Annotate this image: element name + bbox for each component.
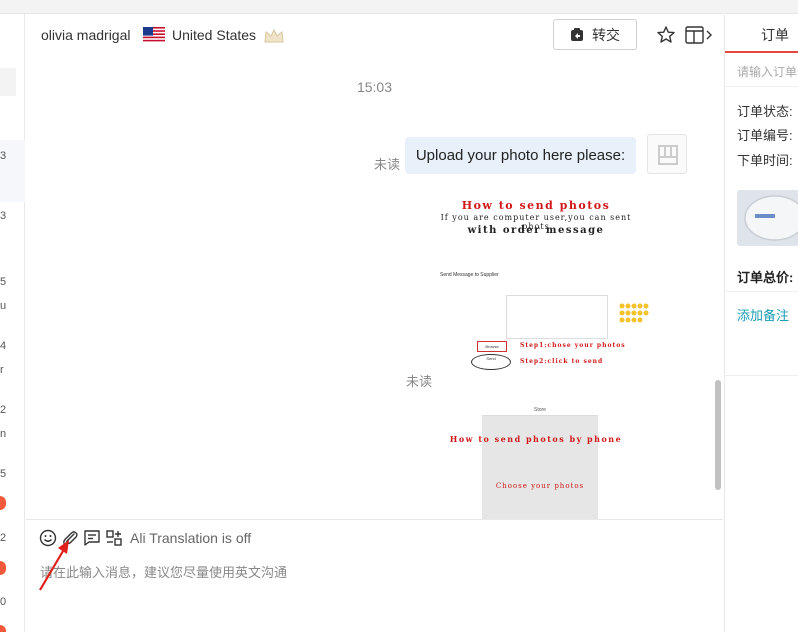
grid-share-icon xyxy=(106,530,122,546)
conversation-item-fragment: n xyxy=(0,428,7,440)
unread-badge xyxy=(0,625,6,632)
message-composer: Ali Translation is off xyxy=(26,519,723,632)
message-list[interactable]: 15:03 未读 Upload your photo here please: … xyxy=(26,57,723,519)
message-timestamp: 15:03 xyxy=(356,79,393,95)
unread-badge xyxy=(0,496,6,510)
quick-reply-button[interactable] xyxy=(82,528,102,548)
message-input[interactable] xyxy=(40,560,700,584)
conversation-list[interactable]: 3 3 5 u 4 r 2 n 5 2 0 xyxy=(0,14,25,632)
image-phone-title: How to send photos by phone xyxy=(449,434,623,444)
conversation-item-fragment: 2 xyxy=(0,404,7,416)
product-thumbnail[interactable] xyxy=(737,190,798,246)
chat-text-icon xyxy=(84,530,100,546)
conversation-item-fragment: 5 xyxy=(0,468,7,480)
image-step2-text: Step2:click to send xyxy=(520,358,604,365)
conversation-item-fragment: 0 xyxy=(0,596,7,608)
order-search-placeholder: 请输入订单号 xyxy=(737,65,798,79)
seller-avatar xyxy=(647,134,687,174)
window-top-bar xyxy=(0,0,798,14)
product-image-icon xyxy=(737,190,798,246)
message-scrollbar[interactable] xyxy=(715,380,721,490)
image-form-title: Send Message to Supplier xyxy=(440,272,499,278)
order-number-label: 订单编号: xyxy=(737,128,793,143)
order-total-label: 订单总价: xyxy=(737,270,794,285)
side-panel-toggle-icon[interactable] xyxy=(685,25,713,45)
conversation-item-fragment: 2 xyxy=(0,532,7,544)
translation-status[interactable]: Ali Translation is off xyxy=(130,530,251,546)
contact-country: United States xyxy=(172,27,257,43)
contact-name: olivia madrigal xyxy=(41,27,131,43)
conversation-item-fragment: r xyxy=(0,364,4,376)
unread-badge xyxy=(0,561,6,575)
transfer-button-label: 转交 xyxy=(592,26,620,43)
image-browse-button: Browse xyxy=(477,341,507,352)
image-phone-screen xyxy=(482,404,598,519)
transfer-icon xyxy=(571,27,583,41)
conversation-search-box[interactable] xyxy=(0,68,16,96)
conversation-item-fragment: 4 xyxy=(0,340,7,352)
image-choose-text: Choose your photos xyxy=(495,482,585,490)
star-icon[interactable] xyxy=(656,25,676,45)
divider xyxy=(725,291,798,292)
image-send-button: Send xyxy=(471,354,511,370)
instruction-image[interactable]: How to send photos If you are computer u… xyxy=(436,192,649,519)
order-status-label: 订单状态: xyxy=(737,104,793,119)
store-logo-icon xyxy=(658,145,678,165)
tab-orders-label: 订单 xyxy=(761,27,789,43)
conversation-item-fragment: 5 xyxy=(0,276,7,288)
order-search-input[interactable]: 请输入订单号 xyxy=(725,53,798,87)
conversation-item-fragment: u xyxy=(0,300,7,312)
unread-status: 未读 xyxy=(374,157,401,172)
unread-status: 未读 xyxy=(406,374,433,389)
image-step1-text: Step1:chose your photos xyxy=(520,342,626,349)
message-bubble[interactable]: Upload your photo here please: xyxy=(405,137,636,174)
tab-orders[interactable]: 订单 xyxy=(725,15,798,53)
image-phone-header: Store xyxy=(482,404,598,416)
message-text: Upload your photo here please: xyxy=(415,147,626,164)
red-arrow-annotation-icon xyxy=(39,540,69,591)
chat-header: olivia madrigal United States 转交 xyxy=(26,15,723,57)
transfer-button[interactable]: 转交 xyxy=(553,19,637,50)
divider xyxy=(725,375,798,376)
us-flag-icon xyxy=(143,27,165,43)
emoji-grid-icon xyxy=(619,303,649,323)
image-title: How to send photos xyxy=(461,199,611,212)
image-store-label: Store xyxy=(534,407,546,413)
image-message-box xyxy=(506,295,608,339)
crown-icon xyxy=(264,28,284,43)
add-note-link[interactable]: 添加备注 xyxy=(737,305,789,324)
order-time-label: 下单时间: xyxy=(737,153,793,168)
conversation-item-fragment: 3 xyxy=(0,150,7,162)
conversation-item-fragment: 3 xyxy=(0,210,7,222)
image-text-line: with order message xyxy=(467,225,605,236)
order-panel: 订单 请输入订单号 订单状态: 订单编号: 下单时间: 订单总价: 添加备注 xyxy=(724,15,798,632)
product-card-button[interactable] xyxy=(104,528,124,548)
